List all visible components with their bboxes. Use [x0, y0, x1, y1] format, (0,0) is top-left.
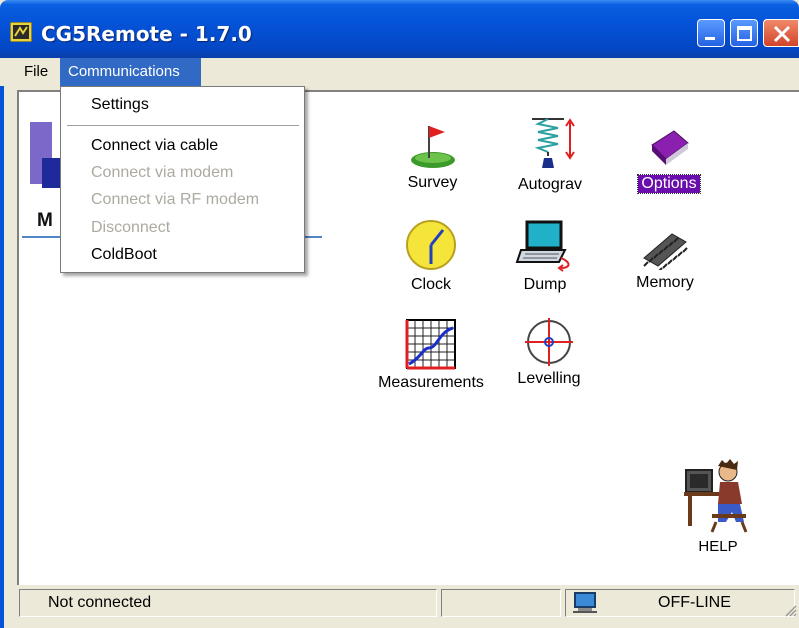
- tool-options[interactable]: Options: [630, 123, 708, 194]
- laptop-icon: [515, 220, 570, 272]
- menu-file[interactable]: File: [16, 58, 56, 86]
- menu-item-connect-cable[interactable]: Connect via cable: [91, 134, 218, 158]
- spring-weight-icon: [532, 118, 575, 168]
- menu-separator: [67, 125, 299, 126]
- title-bar[interactable]: CG5Remote - 1.7.0: [0, 0, 799, 58]
- tool-autograv[interactable]: Autograv: [510, 116, 590, 194]
- minimize-icon: [705, 37, 715, 40]
- menu-item-coldboot[interactable]: ColdBoot: [91, 243, 157, 267]
- tool-survey-label: Survey: [407, 174, 458, 191]
- minimize-button[interactable]: [697, 19, 725, 47]
- status-panel-empty: [441, 589, 561, 617]
- communications-dropdown: Settings Connect via cable Connect via m…: [60, 86, 305, 273]
- status-mode-panel: OFF-LINE: [565, 589, 795, 617]
- tool-survey[interactable]: Survey: [395, 120, 470, 192]
- tool-measurements-label: Measurements: [378, 374, 484, 391]
- window-title: CG5Remote - 1.7.0: [41, 22, 252, 46]
- tool-options-label: Options: [637, 174, 701, 194]
- book-icon: [651, 130, 689, 165]
- clock-icon: [406, 220, 456, 270]
- tool-measurements[interactable]: Measurements: [373, 318, 489, 392]
- logo-letter: M: [37, 210, 53, 231]
- menu-item-settings[interactable]: Settings: [91, 93, 149, 117]
- graph-chart-icon: [405, 319, 456, 370]
- menu-bar: File Communications: [0, 58, 799, 86]
- tool-memory[interactable]: Memory: [630, 228, 700, 292]
- tool-clock-label: Clock: [410, 276, 451, 293]
- menu-item-connect-modem[interactable]: Connect via modem: [91, 161, 233, 185]
- menu-item-connect-rf-modem[interactable]: Connect via RF modem: [91, 188, 259, 212]
- tool-levelling-label: Levelling: [517, 370, 581, 387]
- crosshair-icon: [525, 318, 573, 366]
- tool-clock[interactable]: Clock: [398, 218, 464, 294]
- tool-dump-label: Dump: [523, 276, 567, 293]
- memory-chip-icon: [643, 233, 688, 270]
- status-mode: OFF-LINE: [658, 594, 731, 611]
- person-at-computer-icon: [684, 459, 748, 533]
- status-bar: Not connected OFF-LINE: [17, 587, 799, 621]
- tool-help-label: HELP: [698, 538, 738, 555]
- resize-grip-icon[interactable]: [783, 603, 797, 617]
- maximize-button[interactable]: [730, 19, 758, 47]
- maximize-icon: [737, 26, 752, 41]
- close-button[interactable]: [763, 19, 799, 47]
- tool-memory-label: Memory: [636, 274, 694, 291]
- menu-item-disconnect[interactable]: Disconnect: [91, 216, 170, 240]
- close-icon: [773, 25, 791, 43]
- tool-autograv-label: Autograv: [517, 176, 583, 193]
- flag-icon: [410, 126, 455, 168]
- tool-levelling[interactable]: Levelling: [510, 318, 588, 388]
- computer-icon: [573, 592, 597, 613]
- status-connection: Not connected: [19, 589, 437, 617]
- app-icon: [10, 22, 32, 42]
- tool-dump[interactable]: Dump: [512, 218, 578, 294]
- menu-communications[interactable]: Communications: [60, 58, 201, 86]
- window-frame-left: [0, 58, 4, 628]
- tool-help[interactable]: HELP: [678, 458, 758, 555]
